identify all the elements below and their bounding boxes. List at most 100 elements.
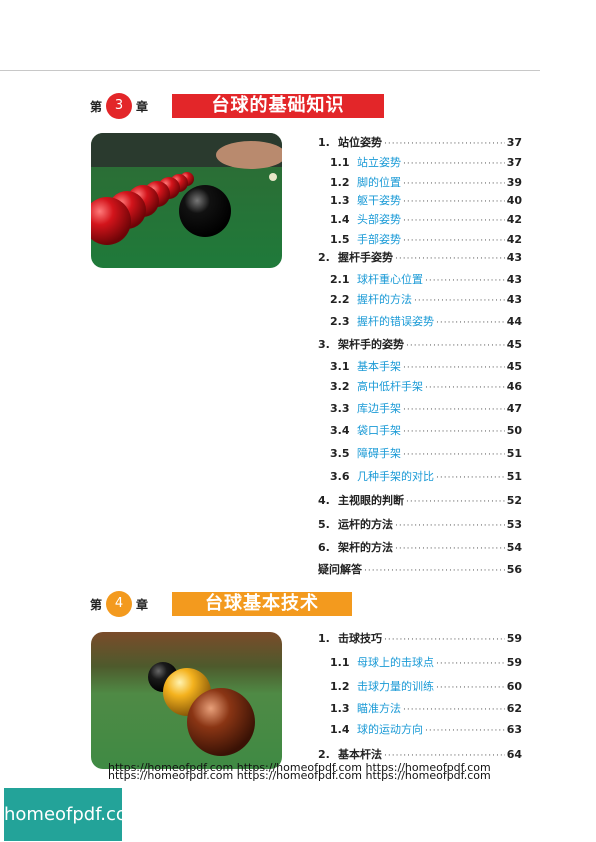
toc-entry-title: 球的运动方向 [357,723,423,736]
toc-leader-dots [436,659,505,669]
toc-entry-title: 击球技巧 [338,632,382,645]
toc-entry-title: 脚的位置 [357,176,401,189]
toc-subentry[interactable]: 1.2 击球力量的训练 60 [330,678,522,696]
toc-subentry[interactable]: 3.6 几种手架的对比 51 [330,468,522,486]
toc-leader-dots [403,705,505,715]
toc-entry-number: 1. [318,136,330,149]
toc-subentry[interactable]: 1.3 瞄准方法 62 [330,700,522,718]
toc-entry-title: 球杆重心位置 [357,273,423,286]
toc-entry-page: 51 [506,470,522,483]
toc-leader-dots [403,450,505,460]
toc-subentry[interactable]: 2.3 握杆的错误姿势 44 [330,313,522,331]
toc-entry-page: 47 [506,402,522,415]
toc-entry-number: 3. [318,338,330,351]
toc-entry[interactable]: 4. 主视眼的判断 52 [318,492,522,510]
toc-entry-page: 40 [506,194,522,207]
toc-entry-page: 59 [506,632,522,645]
toc-entry-page: 43 [506,293,522,306]
toc-leader-dots [406,497,505,507]
chapter-number-badge: 4 [106,591,132,617]
toc-entry-number: 1.1 [330,656,350,669]
toc-subentry[interactable]: 2.2 握杆的方法 43 [330,291,522,309]
toc-entry-page: 45 [506,338,522,351]
toc-subentry[interactable]: 1.5 手部姿势 42 [330,231,522,249]
toc-entry-number: 2.3 [330,315,350,328]
toc-entry-page: 53 [506,518,522,531]
toc-leader-dots [403,363,505,373]
toc-leader-dots [395,544,505,554]
toc-entry-title: 握杆的错误姿势 [357,315,434,328]
toc-subentry[interactable]: 1.3 躯干姿势 40 [330,192,522,210]
toc-subentry[interactable]: 3.1 基本手架 45 [330,358,522,376]
toc-entry-page: 56 [506,563,522,576]
toc-entry-title: 站位姿势 [338,136,382,149]
toc-entry[interactable]: 3. 架杆手的姿势 45 [318,336,522,354]
toc-entry-page: 50 [506,424,522,437]
toc-leader-dots [403,179,505,189]
toc-leader-dots [395,521,505,531]
toc-subentry[interactable]: 3.3 库边手架 47 [330,400,522,418]
chapter-3-heading: 第 3 章 台球的基础知识 [90,93,390,119]
toc-entry-title: 头部姿势 [357,213,401,226]
toc-subentry[interactable]: 3.4 袋口手架 50 [330,422,522,440]
site-logo[interactable]: homeofpdf.com [4,788,144,841]
toc-entry-title: 架杆的方法 [338,541,393,554]
toc-entry-title: 主视眼的判断 [338,494,404,507]
toc-entry[interactable]: 1. 击球技巧 59 [318,630,522,648]
toc-entry-number: 2.2 [330,293,350,306]
toc-entry-title: 运杆的方法 [338,518,393,531]
chapter-4-heading: 第 4 章 台球基本技术 [90,591,390,617]
toc-entry[interactable]: 2. 握杆手姿势 43 [318,249,522,267]
toc-entry-number: 2.1 [330,273,350,286]
toc-leader-dots [425,383,505,393]
toc-entry-number: 1.4 [330,723,350,736]
toc-entry-faq[interactable]: 疑问解答 56 [318,561,522,579]
toc-leader-dots [425,726,505,736]
toc-subentry[interactable]: 1.4 头部姿势 42 [330,211,522,229]
billiard-balls-photo [91,632,282,769]
toc-leader-dots [403,405,505,415]
chapter-number-badge: 3 [106,93,132,119]
toc-entry-number: 6. [318,541,330,554]
chapter-word-left: 第 [90,100,103,114]
toc-entry-number: 1.3 [330,702,350,715]
toc-subentry[interactable]: 1.2 脚的位置 39 [330,174,522,192]
toc-entry-title: 母球上的击球点 [357,656,434,669]
toc-entry-title: 握杆的方法 [357,293,412,306]
toc-entry[interactable]: 6. 架杆的方法 54 [318,539,522,557]
toc-leader-dots [384,635,505,645]
toc-entry-title: 基本杆法 [338,748,382,761]
toc-entry-page: 63 [506,723,522,736]
toc-leader-dots [384,751,505,761]
toc-entry-page: 54 [506,541,522,554]
toc-entry-number: 1.2 [330,680,350,693]
toc-entry[interactable]: 5. 运杆的方法 53 [318,516,522,534]
snooker-reds-photo [91,133,282,268]
toc-entry-number: 3.3 [330,402,350,415]
toc-entry-number: 1.4 [330,213,350,226]
toc-entry-number: 1.3 [330,194,350,207]
watermark-line-2: https://homeofpdf.com https://homeofpdf.… [108,769,491,782]
toc-entry-page: 44 [506,315,522,328]
toc-subentry[interactable]: 1.1 站立姿势 37 [330,154,522,172]
toc-subentry[interactable]: 3.5 障碍手架 51 [330,445,522,463]
chapter-word-right: 章 [136,100,149,114]
toc-entry-number: 1.5 [330,233,350,246]
toc-subentry[interactable]: 2.1 球杆重心位置 43 [330,271,522,289]
toc-entry[interactable]: 1. 站位姿势 37 [318,134,522,152]
toc-subentry[interactable]: 1.1 母球上的击球点 59 [330,654,522,672]
toc-entry-page: 59 [506,656,522,669]
toc-leader-dots [406,341,505,351]
toc-entry-number: 3.2 [330,380,350,393]
toc-subentry[interactable]: 3.2 高中低杆手架 46 [330,378,522,396]
toc-entry-number: 3.1 [330,360,350,373]
toc-subentry[interactable]: 1.4 球的运动方向 63 [330,721,522,739]
toc-entry-number: 3.5 [330,447,350,460]
header-rule [0,70,540,71]
toc-entry-title: 高中低杆手架 [357,380,423,393]
toc-entry-number: 3.6 [330,470,350,483]
toc-entry-title: 库边手架 [357,402,401,415]
toc-leader-dots [384,139,505,149]
toc-entry-title: 躯干姿势 [357,194,401,207]
toc-leader-dots [436,318,505,328]
